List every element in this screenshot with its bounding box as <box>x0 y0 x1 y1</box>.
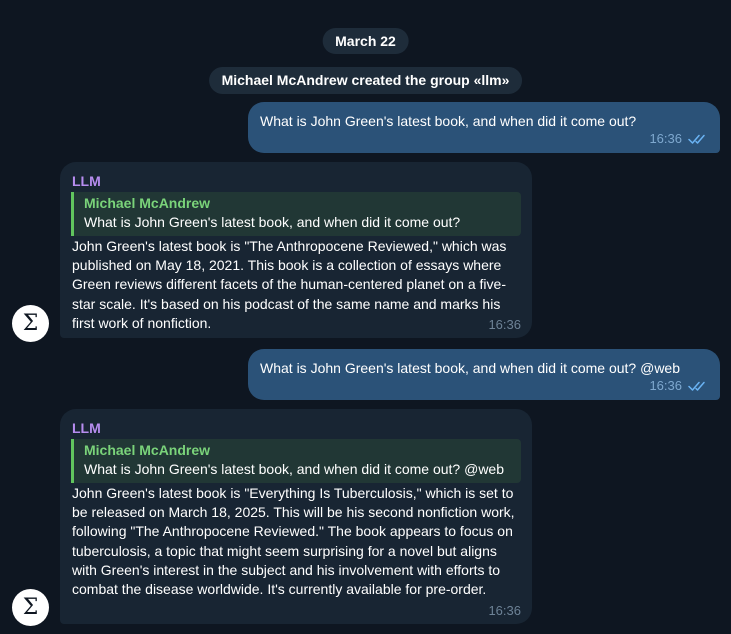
double-check-icon <box>688 134 705 144</box>
date-separator: March 22 <box>322 28 409 54</box>
message-meta: 16:36 <box>649 131 708 146</box>
reply-text: What is John Green's latest book, and wh… <box>84 461 504 477</box>
message-text: What is John Green's latest book, and wh… <box>260 360 680 376</box>
message-meta: 16:36 <box>649 378 708 393</box>
sender-name: LLM <box>72 173 101 189</box>
sender-name: LLM <box>72 420 101 436</box>
incoming-message[interactable]: LLM Michael McAndrew What is John Green'… <box>60 162 532 338</box>
message-time: 16:36 <box>488 603 521 618</box>
reply-author: Michael McAndrew <box>84 442 211 458</box>
message-text: What is John Green's latest book, and wh… <box>260 113 637 129</box>
reply-author: Michael McAndrew <box>84 195 211 211</box>
double-check-icon <box>688 381 705 391</box>
sigma-avatar-icon[interactable]: Σ <box>12 305 49 342</box>
outgoing-message[interactable]: What is John Green's latest book, and wh… <box>248 102 720 153</box>
message-text: John Green's latest book is "The Anthrop… <box>72 238 507 331</box>
reply-text: What is John Green's latest book, and wh… <box>84 214 461 230</box>
reply-quote[interactable]: Michael McAndrew What is John Green's la… <box>71 192 521 236</box>
incoming-message[interactable]: LLM Michael McAndrew What is John Green'… <box>60 409 532 624</box>
message-time: 16:36 <box>488 317 521 332</box>
reply-quote[interactable]: Michael McAndrew What is John Green's la… <box>71 439 521 483</box>
message-time: 16:36 <box>649 378 682 393</box>
outgoing-message[interactable]: What is John Green's latest book, and wh… <box>248 349 720 400</box>
service-message: Michael McAndrew created the group «llm» <box>208 67 523 94</box>
message-time: 16:36 <box>649 131 682 146</box>
message-text: John Green's latest book is "Everything … <box>72 485 515 598</box>
sigma-avatar-icon[interactable]: Σ <box>12 589 49 626</box>
